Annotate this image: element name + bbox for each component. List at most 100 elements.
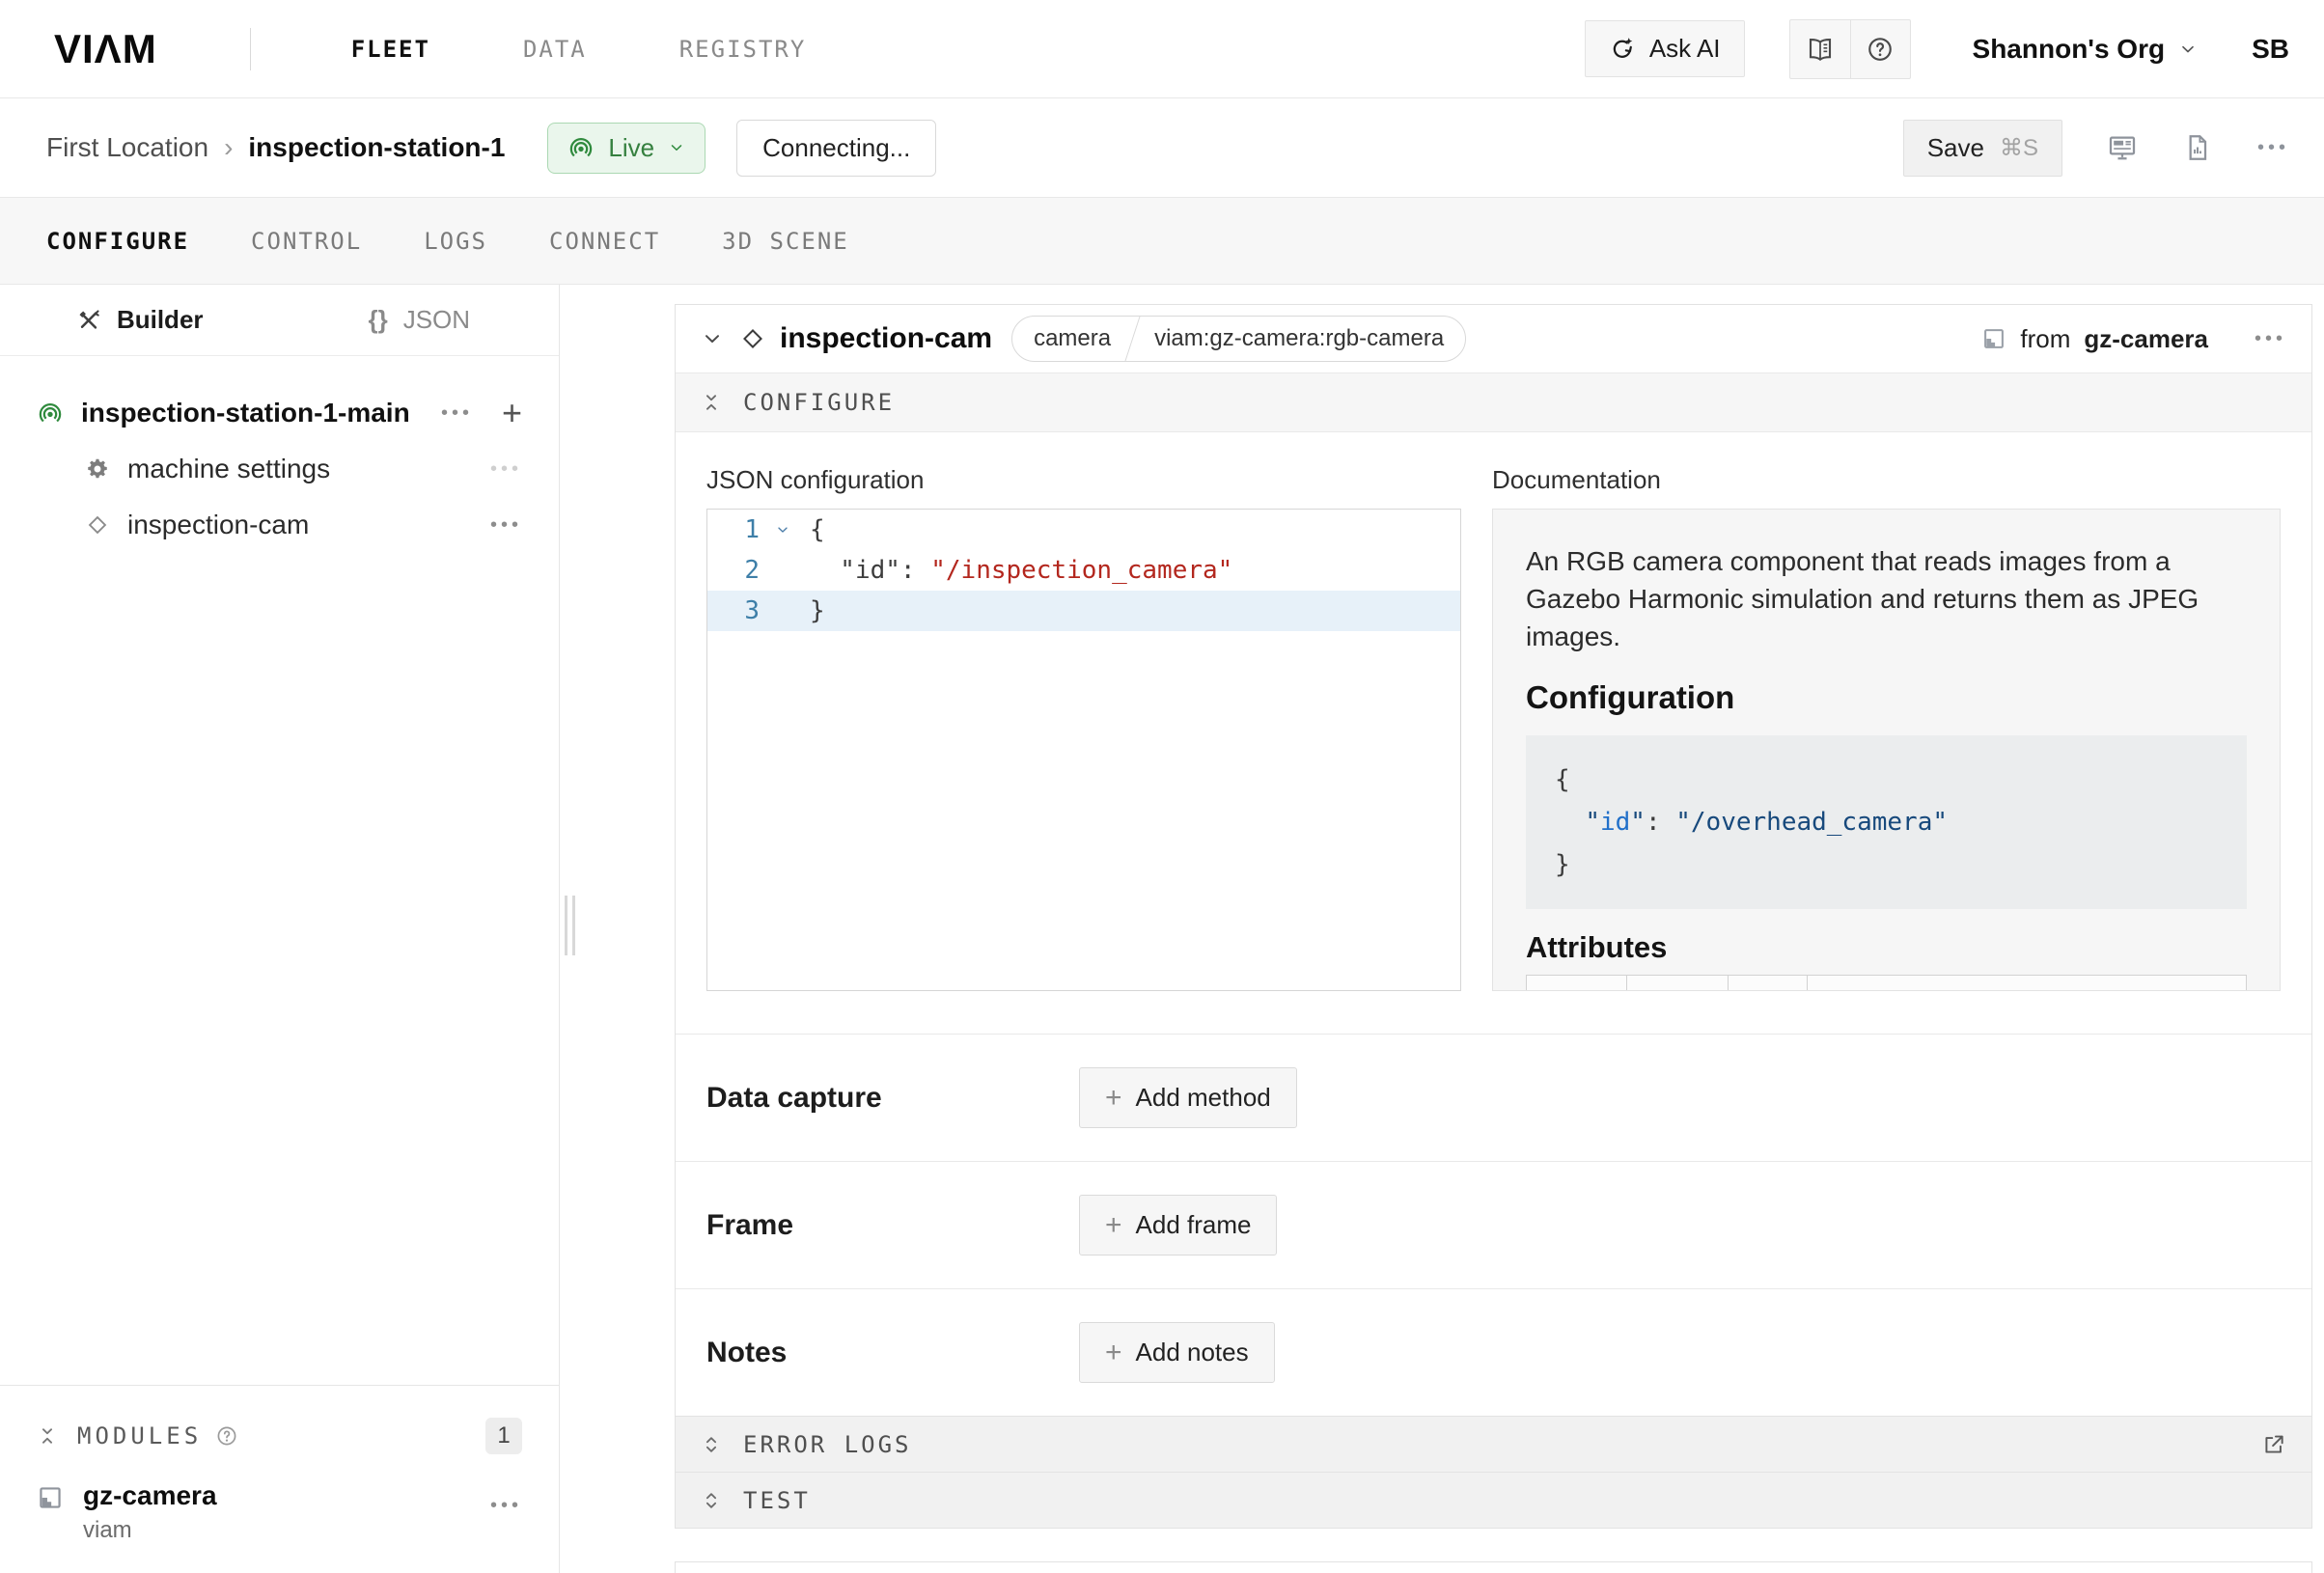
breadcrumb-location[interactable]: First Location — [46, 132, 208, 163]
save-button[interactable]: Save ⌘S — [1903, 120, 2062, 177]
json-config-editor[interactable]: 1 { 2 "id": "/inspection_camera" 3 — [706, 509, 1461, 991]
tree-root-machine[interactable]: inspection-station-1-main ••• + — [0, 385, 559, 441]
doc-attributes-heading: Attributes — [1526, 930, 2247, 965]
help-icon[interactable] — [215, 1424, 238, 1448]
configure-section-bar[interactable]: CONFIGURE — [676, 373, 2311, 432]
frame-section: Frame + Add frame — [676, 1161, 2311, 1288]
documentation-label: Documentation — [1492, 465, 2281, 495]
fold-chevron-icon[interactable] — [775, 522, 810, 538]
builder-json-toggle: Builder {} JSON — [0, 285, 559, 356]
tab-connect[interactable]: CONNECT — [549, 228, 660, 255]
tab-configure[interactable]: CONFIGURE — [46, 228, 189, 255]
connecting-button[interactable]: Connecting... — [736, 120, 936, 177]
ask-ai-button[interactable]: Ask AI — [1585, 20, 1745, 77]
error-logs-bar[interactable]: ERROR LOGS — [676, 1416, 2311, 1472]
configure-section-label: CONFIGURE — [743, 389, 895, 416]
module-more-menu[interactable]: ••• — [490, 1496, 522, 1515]
editor-line: 1 { — [707, 510, 1460, 550]
user-avatar[interactable]: SB — [2252, 34, 2289, 65]
external-link-icon — [2261, 1432, 2286, 1457]
diamond-component-icon — [739, 325, 766, 352]
builder-mode-button[interactable]: Builder — [0, 285, 280, 355]
nav-tab-data[interactable]: DATA — [523, 36, 587, 63]
test-bar[interactable]: TEST — [676, 1472, 2311, 1528]
json-label: JSON — [403, 305, 470, 335]
nav-tab-registry[interactable]: REGISTRY — [679, 36, 807, 63]
tree-item-inspection-cam[interactable]: inspection-cam ••• — [0, 497, 559, 553]
json-config-label: JSON configuration — [706, 465, 1461, 495]
add-notes-button[interactable]: + Add notes — [1079, 1322, 1275, 1383]
module-owner: viam — [83, 1517, 217, 1544]
collapse-card-chevron-icon[interactable] — [701, 327, 724, 350]
inspection-cam-more-menu[interactable]: ••• — [490, 515, 522, 535]
machine-tab-bar: CONFIGURE CONTROL LOGS CONNECT 3D SCENE — [0, 197, 2324, 285]
test-label: TEST — [743, 1487, 811, 1514]
module-card-gz-camera: gz-camera by viam module Registry ••• — [675, 1561, 2312, 1573]
gear-icon — [85, 456, 110, 482]
add-method-button[interactable]: + Add method — [1079, 1067, 1297, 1128]
add-frame-button[interactable]: + Add frame — [1079, 1195, 1277, 1256]
plus-icon: + — [1105, 1211, 1122, 1240]
help-button[interactable] — [1850, 20, 1910, 78]
component-card-header: inspection-cam camera viam:gz-camera:rgb… — [676, 305, 2311, 373]
documentation-column: Documentation An RGB camera component th… — [1492, 465, 2281, 991]
module-icon — [37, 1484, 64, 1511]
top-nav: VIΛM FLEET DATA REGISTRY Ask AI Shannon'… — [0, 0, 2324, 98]
from-module-name: gz-camera — [2084, 324, 2208, 354]
module-card-header: gz-camera by viam module Registry ••• — [676, 1562, 2311, 1573]
ai-sparkle-icon — [1609, 36, 1636, 63]
machine-more-menu[interactable]: ••• — [2257, 138, 2289, 157]
module-name: gz-camera — [83, 1480, 217, 1511]
org-name: Shannon's Org — [1973, 34, 2166, 65]
frame-label: Frame — [706, 1209, 1079, 1242]
machine-settings-more-menu[interactable]: ••• — [490, 459, 522, 479]
notes-label: Notes — [706, 1337, 1079, 1369]
remote-control-button[interactable] — [2107, 132, 2138, 163]
add-component-button[interactable]: + — [502, 396, 522, 430]
live-status-badge[interactable]: Live — [547, 123, 706, 174]
top-nav-tabs: FLEET DATA REGISTRY — [351, 36, 807, 63]
component-tree: inspection-station-1-main ••• + machine … — [0, 356, 559, 1385]
tab-logs[interactable]: LOGS — [424, 228, 487, 255]
module-list-item[interactable]: gz-camera viam ••• — [0, 1463, 559, 1544]
tab-control[interactable]: CONTROL — [251, 228, 362, 255]
json-mode-button[interactable]: {} JSON — [280, 285, 560, 355]
modules-count-badge: 1 — [485, 1418, 522, 1454]
open-error-logs-button[interactable] — [2261, 1432, 2286, 1457]
from-module-link[interactable]: from gz-camera — [1981, 324, 2208, 354]
documentation-button[interactable] — [1790, 20, 1850, 78]
chevron-down-icon — [668, 139, 685, 156]
viam-logo[interactable]: VIΛM — [54, 26, 157, 72]
org-switcher[interactable]: Shannon's Org — [1973, 34, 2199, 65]
json-config-column: JSON configuration 1 { 2 "id": "/inspect… — [706, 465, 1461, 991]
logs-report-button[interactable] — [2182, 132, 2213, 163]
collapse-icon[interactable] — [37, 1425, 58, 1447]
builder-label: Builder — [117, 305, 204, 335]
tree-item-machine-settings[interactable]: machine settings ••• — [0, 441, 559, 497]
help-icon — [1866, 35, 1895, 64]
expand-icon — [701, 1490, 722, 1511]
chevron-down-icon — [2178, 40, 2198, 59]
tree-root-label: inspection-station-1-main — [81, 398, 410, 428]
code-text: } — [810, 596, 825, 625]
tab-3d-scene[interactable]: 3D SCENE — [722, 228, 849, 255]
expand-icon — [701, 1434, 722, 1455]
book-icon — [1806, 35, 1835, 64]
broadcast-icon — [567, 134, 595, 161]
modules-header: MODULES 1 — [0, 1409, 559, 1463]
root-more-menu[interactable]: ••• — [441, 403, 473, 423]
component-more-menu[interactable]: ••• — [2255, 329, 2286, 348]
tree-item-label: machine settings — [127, 454, 330, 484]
documentation-panel: An RGB camera component that reads image… — [1492, 509, 2281, 991]
module-icon — [1981, 326, 2006, 351]
nav-tab-fleet[interactable]: FLEET — [351, 36, 430, 63]
error-logs-label: ERROR LOGS — [743, 1431, 912, 1458]
component-model: viam:gz-camera:rgb-camera — [1133, 317, 1465, 361]
collapse-icon — [701, 392, 722, 413]
sidebar-resize-handle[interactable] — [565, 896, 578, 955]
editor-line-active: 3 } — [707, 591, 1460, 631]
top-nav-right: Ask AI Shannon's Org SB — [1585, 19, 2289, 79]
machine-header-bar: First Location › inspection-station-1 Li… — [0, 98, 2324, 197]
main-content: inspection-cam camera viam:gz-camera:rgb… — [560, 285, 2324, 1573]
modules-section: MODULES 1 gz-camera viam ••• — [0, 1385, 559, 1573]
